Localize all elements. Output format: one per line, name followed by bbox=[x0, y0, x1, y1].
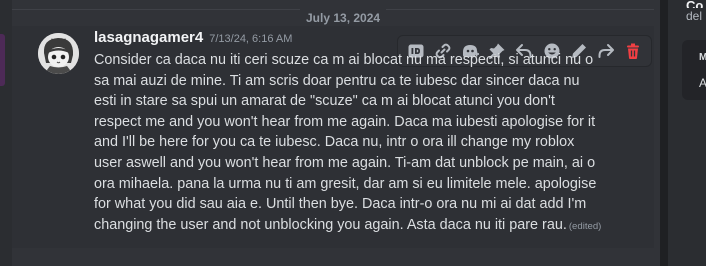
message-line-last: changing the user and not unblocking you… bbox=[94, 215, 650, 236]
right-panel-card[interactable]: M A bbox=[682, 40, 706, 100]
right-side-panel: Co del M A bbox=[668, 0, 706, 266]
message-timestamp[interactable]: 7/13/24, 6:16 AM bbox=[209, 33, 292, 45]
edited-label[interactable]: (edited) bbox=[569, 221, 602, 232]
username[interactable]: lasagnagamer4 bbox=[94, 29, 203, 46]
date-divider-label: July 13, 2024 bbox=[300, 9, 387, 27]
avatar-image bbox=[38, 33, 79, 74]
message-line: sa mai auzi de mine. Ti am scris doar pe… bbox=[94, 72, 580, 89]
message-line: Consider ca daca nu iti ceri scuze ca m … bbox=[94, 52, 594, 68]
right-panel-card-heading: M bbox=[699, 52, 706, 63]
message-content: Consider ca daca nu iti ceri scuze ca m … bbox=[94, 50, 650, 235]
right-panel-title: Co bbox=[686, 0, 704, 8]
message-line: and I'll be here for you ca te iubesc. D… bbox=[94, 134, 575, 151]
message-line: for what you did sau aia e. Until then b… bbox=[94, 196, 587, 213]
selected-channel-indicator bbox=[0, 34, 5, 86]
message-line: user aswell and you won't hear from me a… bbox=[94, 154, 596, 171]
message-line: respect me and you won't hear from me ag… bbox=[94, 113, 596, 130]
message-line: ora mihaela. pana la urma nu ti am gresi… bbox=[94, 175, 597, 192]
message-line-text: changing the user and not unblocking you… bbox=[94, 216, 567, 233]
right-panel-card-text: A bbox=[699, 76, 706, 90]
message-header: lasagnagamer4 7/13/24, 6:16 AM bbox=[94, 29, 292, 47]
date-divider: July 13, 2024 bbox=[12, 9, 654, 27]
panel-divider bbox=[660, 0, 668, 266]
message-line: esti in stare sa spui un amarat de "scuz… bbox=[94, 93, 555, 110]
right-panel-subtitle: del bbox=[686, 9, 703, 23]
avatar[interactable] bbox=[38, 33, 79, 74]
chat-message[interactable]: lasagnagamer4 7/13/24, 6:16 AM Consider … bbox=[12, 26, 654, 248]
